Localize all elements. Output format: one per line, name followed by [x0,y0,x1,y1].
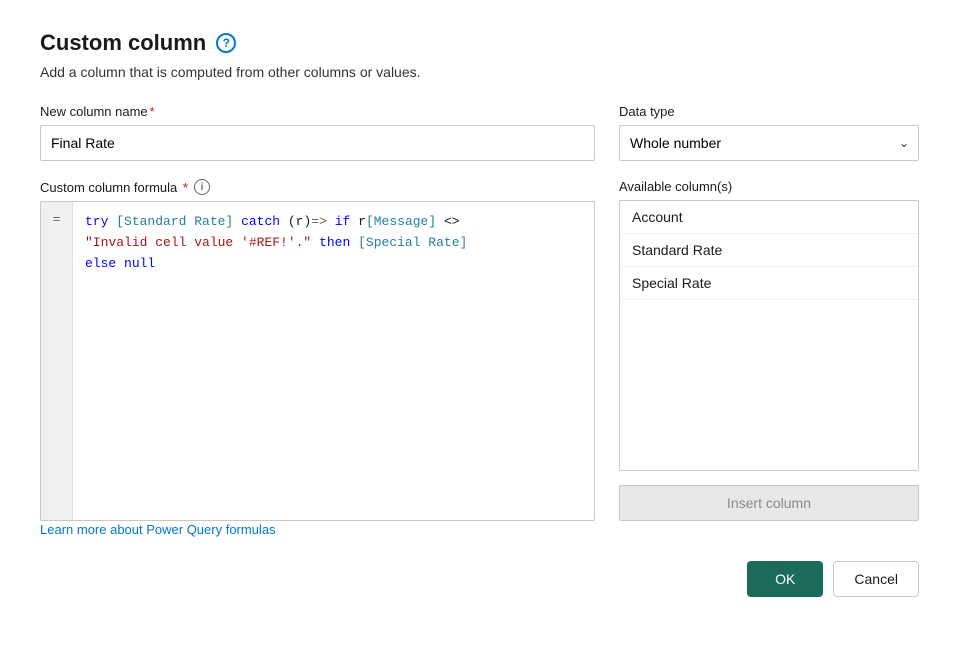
available-columns-label: Available column(s) [619,179,919,194]
list-item[interactable]: Account [620,201,918,234]
cancel-button[interactable]: Cancel [833,561,919,597]
formula-gutter: = [41,202,73,520]
column-name-input[interactable] [40,125,595,161]
insert-column-button[interactable]: Insert column [619,485,919,521]
learn-more-link[interactable]: Learn more about Power Query formulas [40,522,276,537]
list-item[interactable]: Special Rate [620,267,918,300]
formula-content[interactable]: try [Standard Rate] catch (r)=> if r[Mes… [73,202,594,520]
list-item[interactable]: Standard Rate [620,234,918,267]
column-name-label: New column name* [40,104,595,119]
formula-editor[interactable]: = try [Standard Rate] catch (r)=> if r[M… [40,201,595,521]
columns-list: Account Standard Rate Special Rate [619,200,919,471]
data-type-wrapper: Whole number Decimal number Text Date Tr… [619,125,919,161]
data-type-label: Data type [619,104,919,119]
subtitle: Add a column that is computed from other… [40,64,919,80]
info-icon[interactable]: i [194,179,210,195]
data-type-select[interactable]: Whole number Decimal number Text Date Tr… [619,125,919,161]
ok-button[interactable]: OK [747,561,823,597]
help-icon[interactable]: ? [216,33,236,53]
page-title: Custom column [40,30,206,56]
formula-label: Custom column formula * [40,180,188,195]
